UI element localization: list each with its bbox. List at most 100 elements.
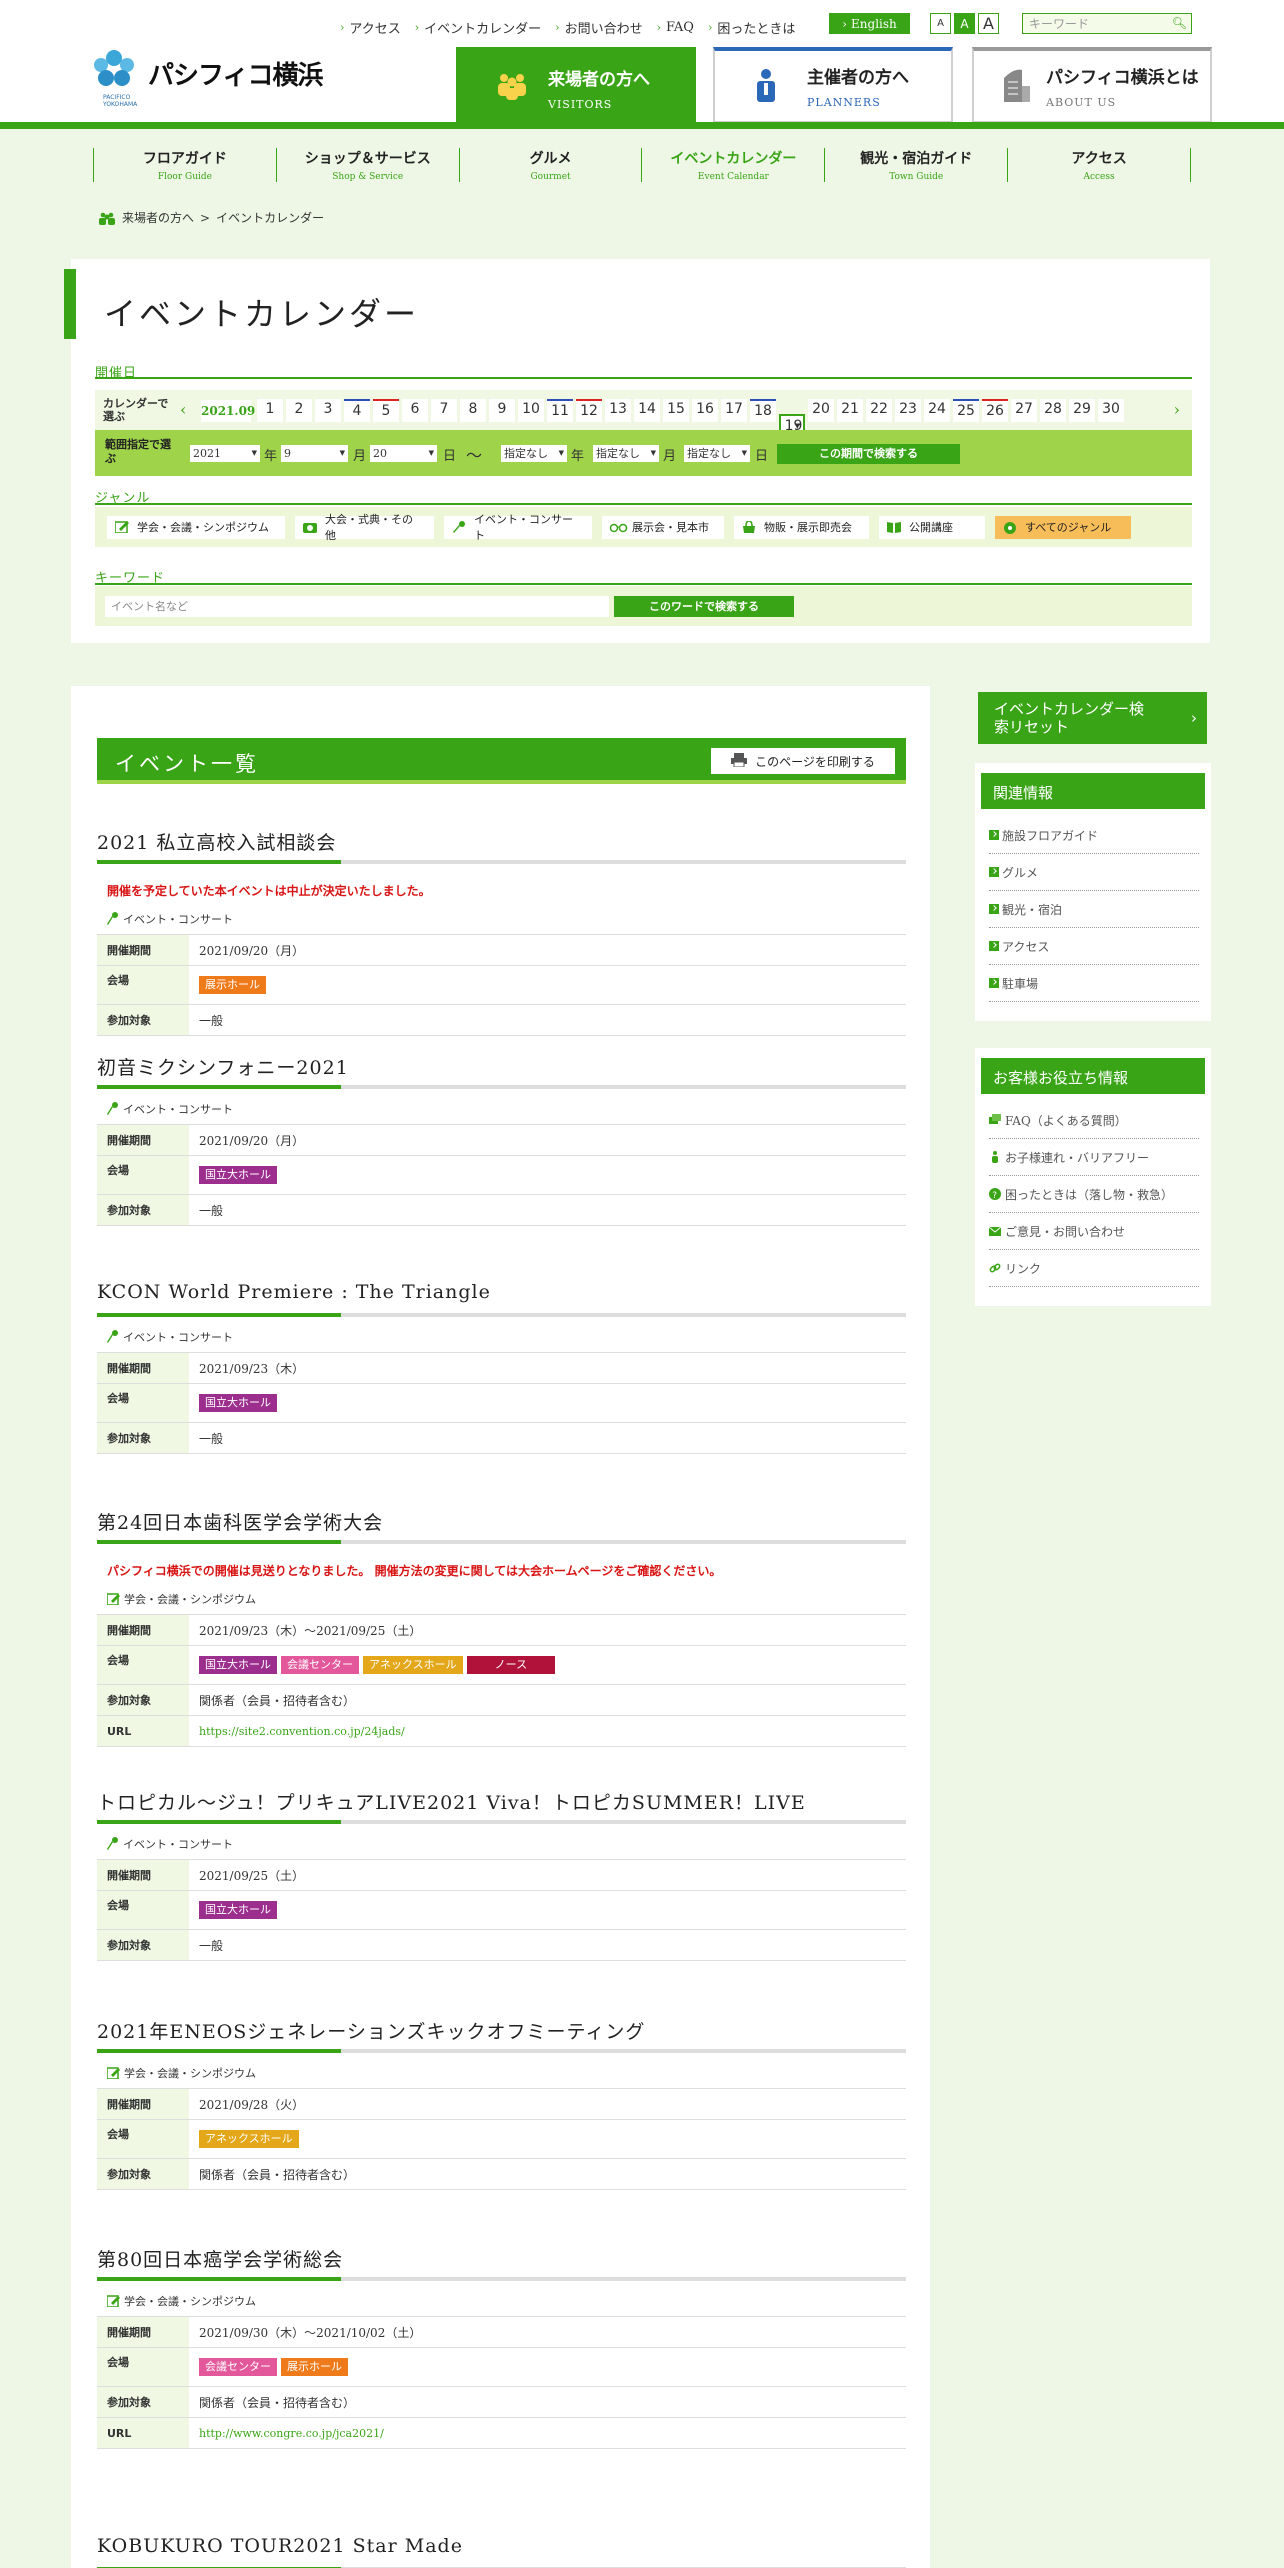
event-url-link[interactable]: https://site2.convention.co.jp/24jads/ — [199, 1725, 405, 1738]
genre-exhibition-button[interactable]: 展示会・見本市 — [602, 515, 724, 539]
help-link-links[interactable]: リンク — [989, 1250, 1199, 1287]
calendar-day-2[interactable]: 2 — [286, 399, 312, 422]
gnav-shop-service[interactable]: ショップ＆サービス Shop & Service — [277, 148, 460, 182]
venue-badge[interactable]: ノース — [466, 1656, 556, 1674]
calendar-day-26[interactable]: 26 — [982, 399, 1008, 422]
genre-concert-button[interactable]: イベント・コンサート — [444, 513, 592, 542]
help-link-faq[interactable]: FAQ（よくある質問） — [989, 1102, 1199, 1139]
related-link-gourmet[interactable]: グルメ — [989, 854, 1199, 891]
chevron-right-icon[interactable]: › — [1174, 400, 1180, 419]
calendar-day-1[interactable]: 1 — [257, 399, 283, 422]
tab-about[interactable]: パシフィコ横浜とは ABOUT US — [972, 47, 1212, 123]
breadcrumb-link-visitors[interactable]: 来場者の方へ — [122, 209, 194, 226]
site-logo[interactable]: PACIFICO YOKOHAMA パシフィコ横浜 — [92, 50, 323, 108]
event-title[interactable]: 2021年ENEOSジェネレーションズキックオフミーティング — [97, 2017, 906, 2043]
calendar-day-23[interactable]: 23 — [895, 399, 921, 422]
help-link-contact[interactable]: ご意見・お問い合わせ — [988, 1213, 1199, 1250]
calendar-day-4[interactable]: 4 — [344, 399, 370, 422]
event-title[interactable]: 第24回日本歯科医学会学術大会 — [97, 1508, 906, 1534]
site-search-input[interactable]: キーワード 🔍︎ — [1022, 13, 1192, 34]
calendar-day-14[interactable]: 14 — [634, 399, 660, 422]
venue-badge[interactable]: 展示ホール — [199, 976, 266, 994]
related-link-access[interactable]: アクセス — [989, 928, 1199, 965]
gnav-floor-guide[interactable]: フロアガイド Floor Guide — [94, 148, 277, 182]
venue-badge[interactable]: アネックスホール — [363, 1656, 463, 1674]
related-link-floor-guide[interactable]: 施設フロアガイド — [989, 817, 1199, 854]
calendar-day-3[interactable]: 3 — [315, 399, 341, 422]
calendar-day-24[interactable]: 24 — [924, 399, 950, 422]
calendar-day-28[interactable]: 28 — [1040, 399, 1066, 422]
range-start-month-select[interactable]: 9 — [281, 445, 348, 462]
font-size-small-button[interactable]: A — [930, 13, 951, 34]
search-icon[interactable]: 🔍︎ — [1172, 16, 1187, 30]
calendar-day-16[interactable]: 16 — [692, 399, 718, 422]
util-link-help[interactable]: › 困ったときは — [708, 18, 795, 37]
calendar-day-12[interactable]: 12 — [576, 399, 602, 422]
genre-lecture-button[interactable]: 公開講座 — [879, 515, 985, 539]
range-start-year-select[interactable]: 2021 — [190, 445, 260, 462]
calendar-day-10[interactable]: 10 — [518, 399, 544, 422]
english-button[interactable]: › English — [829, 13, 910, 34]
keyword-input[interactable]: イベント名など — [105, 596, 609, 617]
genre-sales-button[interactable]: 物販・展示即売会 — [734, 515, 869, 539]
calendar-day-5[interactable]: 5 — [373, 399, 399, 422]
calendar-day-17[interactable]: 17 — [721, 399, 747, 422]
font-size-medium-button[interactable]: A — [954, 13, 975, 34]
util-link-event-calendar[interactable]: › イベントカレンダー — [415, 18, 541, 37]
related-link-sightseeing[interactable]: 観光・宿泊 — [989, 891, 1199, 928]
venue-badge[interactable]: 国立大ホール — [199, 1166, 277, 1184]
help-link-trouble[interactable]: ? 困ったときは（落し物・救急） — [989, 1176, 1199, 1213]
calendar-day-30[interactable]: 30 — [1098, 399, 1124, 422]
print-button[interactable]: このページを印刷する — [711, 748, 895, 774]
calendar-reset-button[interactable]: イベントカレンダー検索リセット › — [978, 692, 1207, 744]
util-link-contact[interactable]: › お問い合わせ — [555, 18, 642, 37]
genre-ceremony-button[interactable]: 大会・式典・その他 — [295, 513, 434, 542]
calendar-day-21[interactable]: 21 — [837, 399, 863, 422]
calendar-day-29[interactable]: 29 — [1069, 399, 1095, 422]
venue-badge[interactable]: アネックスホール — [199, 2130, 299, 2148]
help-link-barrier-free[interactable]: お子様連れ・バリアフリー — [989, 1139, 1199, 1176]
font-size-large-button[interactable]: A — [978, 13, 999, 34]
util-link-faq[interactable]: › FAQ — [657, 20, 694, 35]
genre-all-button[interactable]: すべてのジャンル — [995, 515, 1131, 539]
event-title[interactable]: 第80回日本癌学会学術総会 — [97, 2245, 906, 2271]
gnav-event-calendar[interactable]: イベントカレンダー Event Calendar — [642, 148, 826, 182]
calendar-day-7[interactable]: 7 — [431, 399, 457, 422]
event-title[interactable]: KOBUKURO TOUR2021 Star Made — [97, 2535, 906, 2561]
calendar-day-15[interactable]: 15 — [663, 399, 689, 422]
calendar-day-8[interactable]: 8 — [460, 399, 486, 422]
event-title[interactable]: 初音ミクシンフォニー2021 — [97, 1053, 906, 1079]
tab-visitors[interactable]: 来場者の方へ VISITORS — [456, 47, 696, 129]
calendar-day-27[interactable]: 27 — [1011, 399, 1037, 422]
calendar-day-11[interactable]: 11 — [547, 399, 573, 422]
event-title[interactable]: 2021 私立高校入試相談会 — [97, 828, 906, 854]
util-link-access[interactable]: › アクセス — [340, 18, 401, 37]
venue-badge[interactable]: 展示ホール — [281, 2358, 348, 2376]
range-start-day-select[interactable]: 20 — [370, 445, 437, 462]
chevron-left-icon[interactable]: ‹ — [180, 400, 186, 419]
venue-badge[interactable]: 国立大ホール — [199, 1656, 277, 1674]
gnav-access[interactable]: アクセス Access — [1008, 148, 1191, 182]
venue-badge[interactable]: 国立大ホール — [199, 1394, 277, 1412]
event-url-link[interactable]: http://www.congre.co.jp/jca2021/ — [199, 2427, 384, 2440]
calendar-day-6[interactable]: 6 — [402, 399, 428, 422]
calendar-day-25[interactable]: 25 — [953, 399, 979, 422]
calendar-day-22[interactable]: 22 — [866, 399, 892, 422]
event-title[interactable]: トロピカル～ジュ！プリキュアLIVE2021 Viva！トロピカSUMMER！L… — [97, 1788, 906, 1814]
venue-badge[interactable]: 国立大ホール — [199, 1901, 277, 1919]
event-title[interactable]: KCON World Premiere : The Triangle — [97, 1281, 906, 1307]
keyword-search-button[interactable]: このワードで検索する — [614, 596, 794, 617]
genre-conference-button[interactable]: 学会・会議・シンポジウム — [107, 515, 285, 539]
range-search-button[interactable]: この期間で検索する — [777, 444, 960, 464]
calendar-day-20[interactable]: 20 — [808, 399, 834, 422]
range-end-day-select[interactable]: 指定なし — [684, 445, 750, 462]
calendar-day-9[interactable]: 9 — [489, 399, 515, 422]
tab-planners[interactable]: 主催者の方へ PLANNERS — [713, 47, 953, 123]
calendar-day-13[interactable]: 13 — [605, 399, 631, 422]
related-link-parking[interactable]: 駐車場 — [989, 965, 1199, 1002]
gnav-gourmet[interactable]: グルメ Gourmet — [460, 148, 643, 182]
range-end-month-select[interactable]: 指定なし — [593, 445, 659, 462]
calendar-day-18[interactable]: 18 — [750, 399, 776, 422]
venue-badge[interactable]: 会議センター — [199, 2358, 277, 2376]
gnav-town-guide[interactable]: 観光・宿泊ガイド Town Guide — [825, 148, 1009, 182]
